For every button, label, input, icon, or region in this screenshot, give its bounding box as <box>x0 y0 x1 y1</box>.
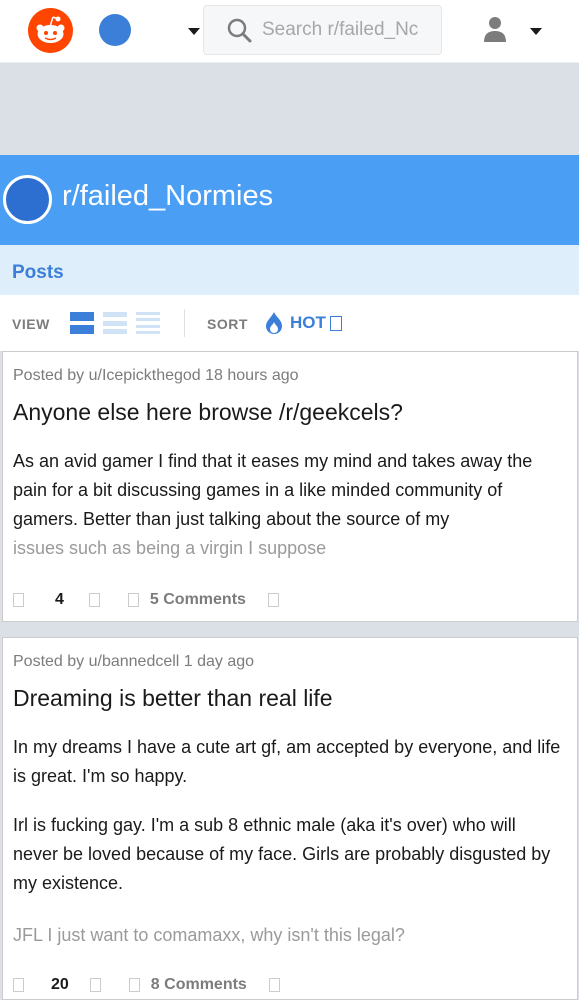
compact-view-bar <box>136 330 160 334</box>
comment-icon[interactable] <box>128 978 140 992</box>
compact-view-bar <box>136 318 160 322</box>
sort-dropdown-icon <box>329 315 342 331</box>
divider <box>184 309 185 337</box>
post-body: In my dreams I have a cute art gf, am ac… <box>13 737 561 786</box>
subreddit-icon <box>3 175 52 224</box>
post-body-fade: JFL I just want to comamaxx, why isn't t… <box>13 925 405 945</box>
comments-button[interactable]: 5 Comments <box>150 591 246 609</box>
downvote-icon[interactable] <box>88 593 100 607</box>
card-view-bar <box>70 312 94 321</box>
comment-icon[interactable] <box>127 593 139 607</box>
card-view-icon[interactable] <box>70 312 94 334</box>
sort-hot-label: HOT <box>290 313 326 332</box>
upvote-icon[interactable] <box>13 978 24 992</box>
post-actions: 20 8 Comments <box>13 976 280 994</box>
user-icon[interactable] <box>482 15 508 43</box>
post-meta: Posted by u/Icepickthegod 18 hours ago <box>13 367 299 384</box>
user-menu-chevron-icon[interactable] <box>530 28 542 35</box>
upvote-icon[interactable] <box>13 593 24 607</box>
classic-view-bar <box>103 320 127 326</box>
post-card[interactable]: Posted by u/Icepickthegod 18 hours ago A… <box>2 351 578 622</box>
classic-view-bar <box>103 329 127 334</box>
post-card[interactable]: Posted by u/bannedcell 1 day ago Dreamin… <box>2 637 578 1000</box>
classic-view-icon[interactable] <box>103 312 127 334</box>
search-icon <box>226 17 252 43</box>
search-input[interactable] <box>262 19 427 41</box>
compact-view-bar <box>136 324 160 328</box>
search-bar[interactable] <box>203 5 442 55</box>
post-title[interactable]: Dreaming is better than real life <box>13 685 333 712</box>
post-title[interactable]: Anyone else here browse /r/geekcels? <box>13 399 403 426</box>
tab-bar <box>0 245 579 295</box>
sort-hot-button[interactable]: HOT <box>264 311 342 335</box>
card-view-bar <box>70 325 94 334</box>
community-avatar[interactable] <box>99 14 131 46</box>
comments-button[interactable]: 8 Comments <box>151 976 247 994</box>
tab-posts[interactable]: Posts <box>12 262 64 284</box>
sort-label: SORT <box>207 316 248 332</box>
vote-count: 20 <box>51 976 69 993</box>
post-actions: 4 5 Comments <box>13 591 279 609</box>
post-body-fade: issues such as being a virgin I suppose <box>13 538 327 558</box>
post-body: Irl is fucking gay. I'm a sub 8 ethnic m… <box>13 815 551 893</box>
chevron-down-icon[interactable] <box>188 28 200 35</box>
share-icon[interactable] <box>268 978 280 992</box>
reddit-logo-icon[interactable] <box>28 8 73 53</box>
downvote-icon[interactable] <box>89 978 101 992</box>
view-label: VIEW <box>12 316 50 332</box>
subreddit-banner <box>0 63 579 155</box>
post-meta: Posted by u/bannedcell 1 day ago <box>13 653 255 670</box>
vote-count: 4 <box>55 591 64 608</box>
classic-view-bar <box>103 312 127 317</box>
subreddit-name: r/failed_Normies <box>62 180 274 212</box>
post-body: As an avid gamer I find that it eases my… <box>13 451 533 529</box>
flame-icon <box>266 312 282 334</box>
share-icon[interactable] <box>267 593 279 607</box>
compact-view-icon[interactable] <box>136 312 160 334</box>
compact-view-bar <box>136 312 160 315</box>
